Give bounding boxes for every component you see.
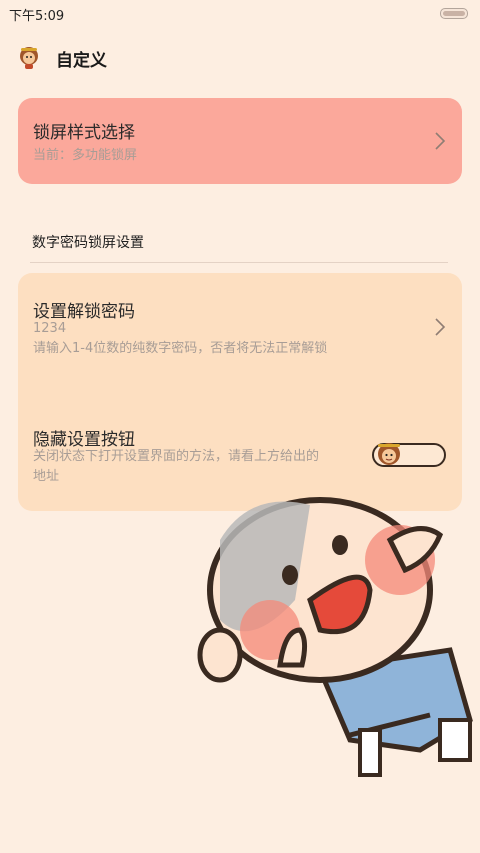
section-divider [30, 262, 448, 263]
lock-style-current: 当前：多功能锁屏 [33, 148, 138, 163]
status-time: 下午5:09 [9, 9, 65, 24]
monkey-toggle-knob-icon [378, 443, 400, 465]
lock-style-selector[interactable]: 锁屏样式选择 当前：多功能锁屏 [18, 98, 462, 184]
password-value: 1234 [33, 321, 67, 336]
status-bar: 下午5:09 [0, 0, 480, 26]
chevron-right-icon [435, 318, 446, 336]
password-hint: 请输入1-4位数的纯数字密码，否者将无法正常解锁 [33, 341, 328, 356]
set-password-title: 设置解锁密码 [33, 302, 135, 322]
page-title: 自定义 [56, 51, 107, 71]
pin-settings-card: 设置解锁密码 1234 请输入1-4位数的纯数字密码，否者将无法正常解锁 隐藏设… [18, 273, 462, 511]
hide-button-toggle[interactable] [372, 443, 446, 467]
battery-icon [440, 8, 468, 19]
hide-button-hint-line2: 地址 [33, 469, 60, 484]
chevron-right-icon [435, 132, 446, 150]
monkey-avatar-icon [20, 47, 38, 69]
hide-button-hint-line1: 关闭状态下打开设置界面的方法，请看上方给出的 [33, 449, 320, 464]
set-password-row[interactable]: 设置解锁密码 1234 请输入1-4位数的纯数字密码，否者将无法正常解锁 [18, 273, 462, 383]
monk-mascot-illustration [197, 497, 473, 777]
back-button[interactable] [14, 42, 44, 72]
section-title: 数字密码锁屏设置 [32, 235, 144, 251]
lock-style-title: 锁屏样式选择 [33, 123, 135, 143]
app-bar: 自定义 [0, 36, 480, 76]
